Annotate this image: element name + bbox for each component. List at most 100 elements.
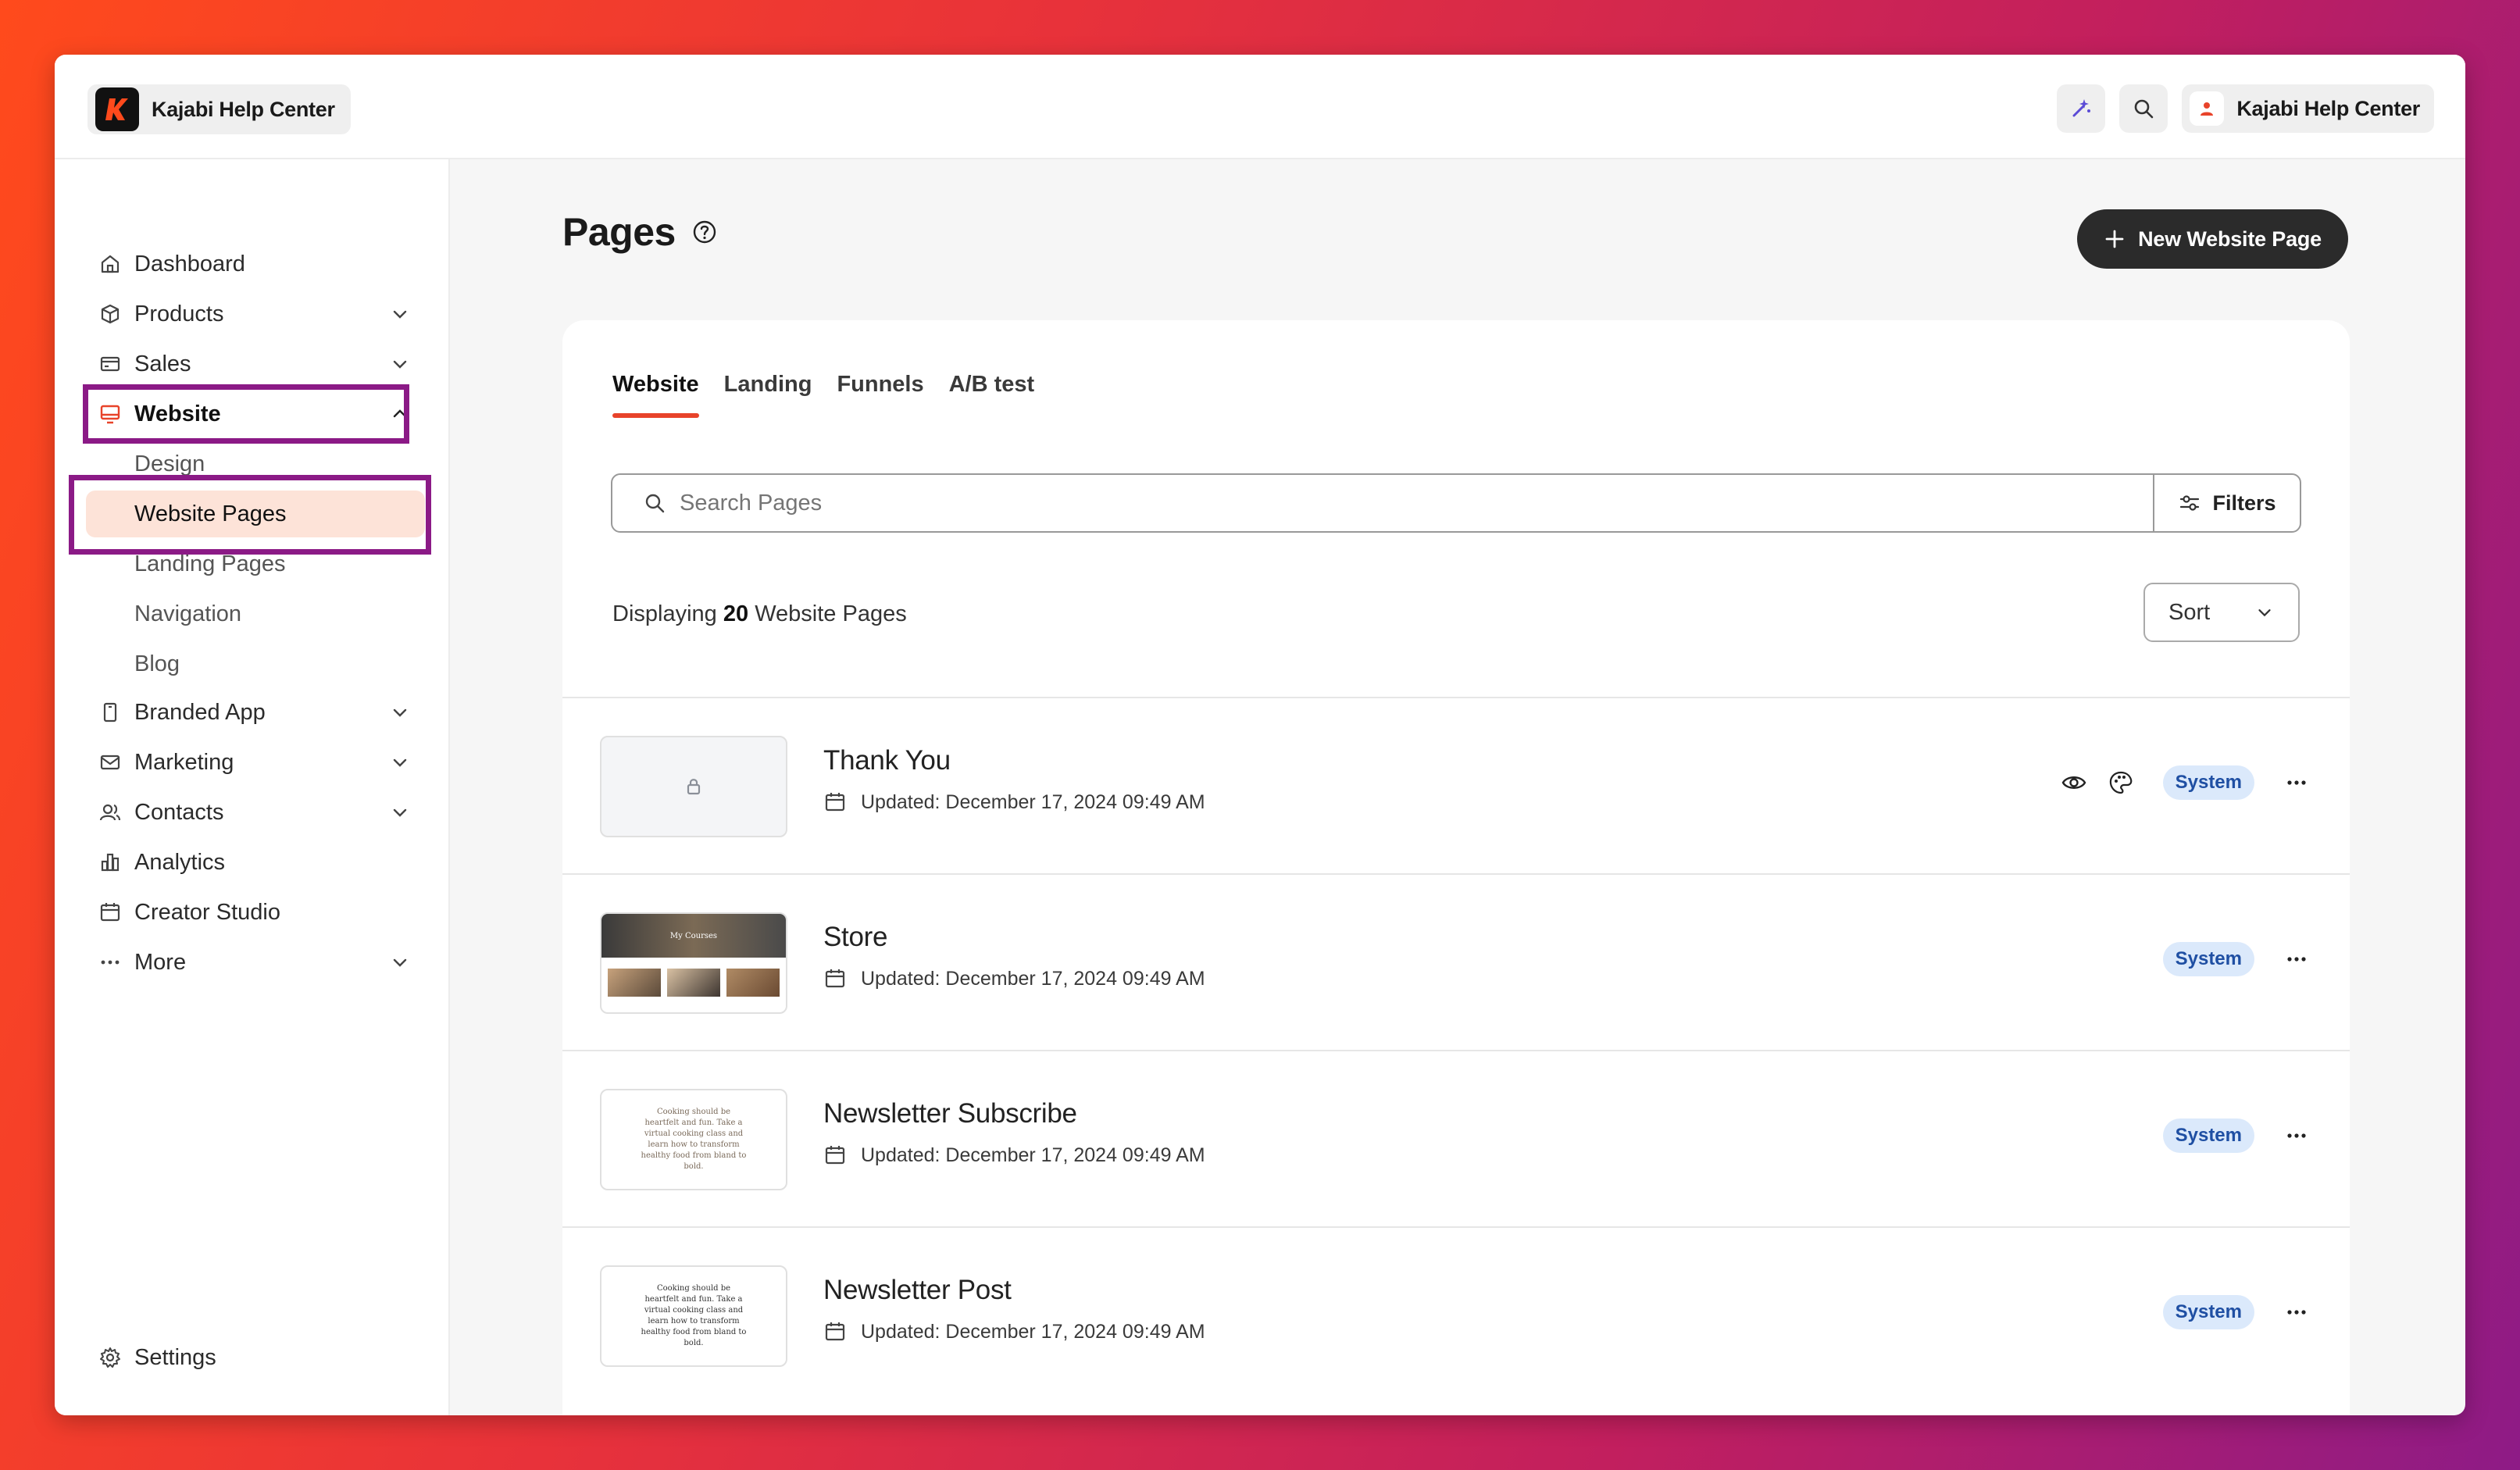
customize-button[interactable] — [2105, 767, 2136, 798]
table-row[interactable]: Thank You Updated: December 17, 2024 09:… — [562, 697, 2350, 873]
sidebar-item-more[interactable]: More — [95, 940, 434, 984]
search-icon — [2135, 99, 2154, 119]
plus-icon — [2105, 230, 2124, 248]
search-input[interactable] — [680, 475, 2153, 531]
sidebar-item-label: Sales — [134, 351, 191, 376]
sidebar-item-label: Website — [134, 401, 221, 426]
kajabi-logo-icon — [95, 87, 139, 131]
chevron-down-icon — [393, 808, 407, 817]
page-title-link[interactable]: Newsletter Subscribe — [823, 1098, 1077, 1129]
sidebar-item-label: Landing Pages — [134, 551, 286, 576]
chevron-down-icon — [393, 958, 407, 967]
chevron-down-icon — [2258, 609, 2271, 617]
main-content: Pages New Website Page Website Landing F… — [450, 159, 2465, 1415]
tab-ab-test[interactable]: A/B test — [949, 372, 1035, 418]
page-thumbnail[interactable]: Cooking should be heartfelt and fun. Tak… — [600, 1265, 787, 1367]
ai-assistant-button[interactable] — [2057, 84, 2106, 133]
sidebar-item-marketing[interactable]: Marketing — [95, 740, 434, 784]
status-badge: System — [2162, 1295, 2254, 1329]
sidebar-subitem-landing-pages[interactable]: Landing Pages — [86, 541, 425, 587]
sidebar-item-branded-app[interactable]: Branded App — [95, 690, 434, 734]
more-dots-icon — [2287, 1133, 2306, 1138]
tab-website[interactable]: Website — [612, 372, 699, 418]
app-window: Kajabi Help Center Kajabi Help Center Da… — [55, 55, 2465, 1415]
thumbnail-text: Cooking should be heartfelt and fun. Tak… — [641, 1108, 747, 1171]
thumbnail-text: Cooking should be heartfelt and fun. Tak… — [641, 1284, 747, 1347]
palette-icon — [2109, 771, 2132, 794]
filters-button[interactable]: Filters — [2153, 475, 2300, 531]
page-title-link[interactable]: Newsletter Post — [823, 1275, 1012, 1306]
status-badge: System — [2162, 942, 2254, 976]
site-switcher[interactable]: Kajabi Help Center — [87, 84, 351, 134]
sidebar-item-label: Branded App — [134, 699, 266, 725]
page-thumbnail[interactable] — [600, 736, 787, 837]
pages-list: Thank You Updated: December 17, 2024 09:… — [562, 697, 2350, 1403]
sidebar-item-contacts[interactable]: Contacts — [95, 790, 434, 834]
box-icon — [97, 301, 123, 327]
updated-text: Updated: December 17, 2024 09:49 AM — [861, 967, 1205, 990]
calendar-icon — [825, 969, 845, 988]
page-title: Pages — [562, 209, 718, 255]
sidebar-item-dashboard[interactable]: Dashboard — [95, 242, 434, 286]
credit-card-icon — [97, 351, 123, 377]
sidebar-item-label: Dashboard — [134, 251, 245, 277]
sidebar-item-label: Products — [134, 301, 224, 326]
thumbnail-product-grid — [601, 958, 786, 1008]
updated-text: Updated: December 17, 2024 09:49 AM — [861, 790, 1205, 813]
calendar-icon — [825, 793, 845, 812]
more-dots-icon — [2287, 957, 2306, 962]
bar-chart-icon — [97, 849, 123, 876]
sidebar-item-creator-studio[interactable]: Creator Studio — [95, 890, 434, 934]
new-website-page-button[interactable]: New Website Page — [2077, 209, 2348, 269]
sidebar-item-label: Marketing — [134, 749, 234, 775]
avatar — [2190, 91, 2225, 126]
sidebar-subitem-navigation[interactable]: Navigation — [86, 590, 425, 637]
tab-landing[interactable]: Landing — [724, 372, 812, 418]
table-row[interactable]: Cooking should be heartfelt and fun. Tak… — [562, 1050, 2350, 1226]
more-dots-icon — [97, 949, 123, 976]
page-title-link[interactable]: Store — [823, 922, 887, 953]
top-bar: Kajabi Help Center Kajabi Help Center — [55, 55, 2465, 159]
sidebar-item-label: Settings — [134, 1344, 216, 1370]
page-title-text: Pages — [562, 210, 676, 254]
table-row[interactable]: My Courses Store Updated: December 17, 2… — [562, 873, 2350, 1050]
sidebar-subitem-design[interactable]: Design — [86, 441, 425, 487]
table-row[interactable]: Cooking should be heartfelt and fun. Tak… — [562, 1226, 2350, 1403]
user-menu-button[interactable]: Kajabi Help Center — [2182, 84, 2434, 133]
sparkle-icon — [2072, 99, 2091, 117]
user-icon — [2201, 102, 2214, 116]
sidebar-item-analytics[interactable]: Analytics — [95, 840, 434, 884]
sidebar-item-label: Analytics — [134, 849, 226, 875]
home-icon — [97, 251, 123, 277]
more-options-button[interactable] — [2281, 767, 2312, 798]
mail-icon — [97, 749, 123, 776]
new-website-page-label: New Website Page — [2138, 227, 2322, 251]
sliders-icon — [2180, 495, 2200, 511]
updated-text: Updated: December 17, 2024 09:49 AM — [861, 1320, 1205, 1343]
more-options-button[interactable] — [2281, 1297, 2312, 1328]
preview-button[interactable] — [2058, 767, 2090, 798]
sidebar-subitem-website-pages[interactable]: Website Pages — [86, 491, 425, 537]
chevron-down-icon — [393, 758, 407, 767]
sidebar-item-label: Creator Studio — [134, 899, 280, 925]
sidebar-item-label: Design — [134, 451, 205, 476]
chevron-down-icon — [393, 708, 407, 717]
help-icon[interactable] — [691, 219, 718, 245]
search-button[interactable] — [2119, 84, 2168, 133]
more-options-button[interactable] — [2281, 944, 2312, 975]
sidebar-item-products[interactable]: Products — [95, 292, 434, 336]
page-thumbnail[interactable]: My Courses — [600, 912, 787, 1014]
more-options-button[interactable] — [2281, 1120, 2312, 1151]
sort-dropdown[interactable]: Sort — [2143, 583, 2300, 642]
sidebar-item-sales[interactable]: Sales — [95, 342, 434, 386]
sidebar-subitem-blog[interactable]: Blog — [86, 640, 425, 687]
status-badge: System — [2162, 1119, 2254, 1153]
sidebar-item-label: Contacts — [134, 799, 224, 825]
page-title-link[interactable]: Thank You — [823, 745, 951, 776]
more-dots-icon — [2287, 1310, 2306, 1315]
sidebar-item-settings[interactable]: Settings — [95, 1336, 434, 1379]
sidebar-item-website[interactable]: Website — [95, 392, 434, 436]
tab-funnels[interactable]: Funnels — [837, 372, 923, 418]
gear-icon — [97, 1344, 123, 1371]
page-thumbnail[interactable]: Cooking should be heartfelt and fun. Tak… — [600, 1089, 787, 1190]
